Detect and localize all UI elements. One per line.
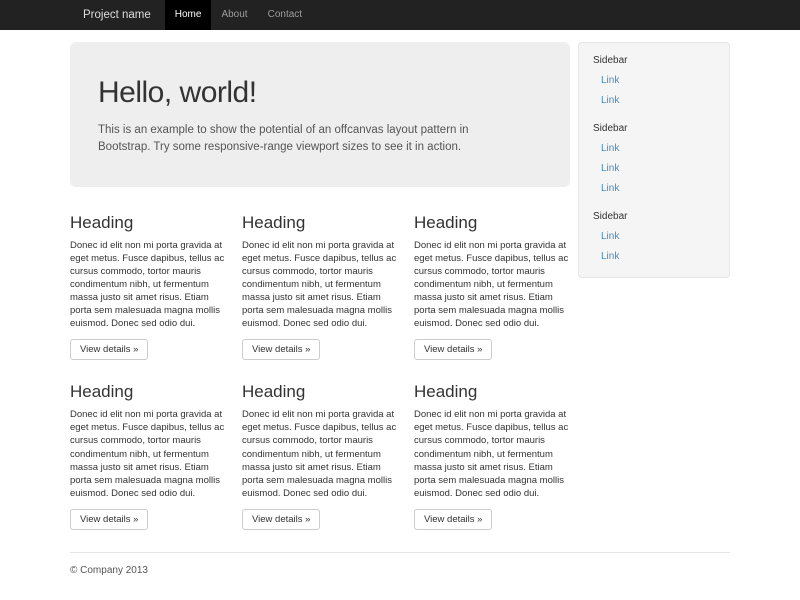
navbar-menu: Home About Contact	[165, 0, 312, 30]
card-heading: Heading	[414, 213, 570, 233]
nav-item-about[interactable]: About	[211, 0, 257, 30]
nav-item-contact[interactable]: Contact	[258, 0, 312, 30]
card-body-text: Donec id elit non mi porta gravida at eg…	[70, 239, 226, 331]
content-card: Heading Donec id elit non mi porta gravi…	[70, 360, 226, 530]
cards-grid-row-1: Heading Donec id elit non mi porta gravi…	[70, 201, 570, 361]
navbar: Project name Home About Contact	[0, 0, 800, 30]
sidebar-link[interactable]: Link	[593, 227, 715, 247]
sidebar-link[interactable]: Link	[593, 91, 715, 111]
card-heading: Heading	[242, 382, 398, 402]
card-heading: Heading	[242, 213, 398, 233]
content-card: Heading Donec id elit non mi porta gravi…	[70, 201, 226, 361]
sidebar: Sidebar Link Link Sidebar Link Link Link…	[578, 42, 730, 278]
sidebar-group: Sidebar Link Link	[593, 51, 715, 111]
sidebar-group-title: Sidebar	[593, 119, 715, 139]
page-footer: © Company 2013	[70, 552, 730, 600]
sidebar-group-title: Sidebar	[593, 207, 715, 227]
sidebar-link[interactable]: Link	[593, 71, 715, 91]
view-details-button[interactable]: View details »	[70, 509, 148, 530]
jumbotron: Hello, world! This is an example to show…	[70, 42, 570, 187]
sidebar-group-title: Sidebar	[593, 51, 715, 71]
cards-grid-row-2: Heading Donec id elit non mi porta gravi…	[70, 360, 570, 530]
sidebar-group: Sidebar Link Link Link	[593, 119, 715, 199]
card-body-text: Donec id elit non mi porta gravida at eg…	[242, 408, 398, 500]
navbar-brand[interactable]: Project name	[70, 0, 159, 30]
view-details-button[interactable]: View details »	[414, 339, 492, 360]
sidebar-link[interactable]: Link	[593, 179, 715, 199]
view-details-button[interactable]: View details »	[414, 509, 492, 530]
content-card: Heading Donec id elit non mi porta gravi…	[414, 360, 570, 530]
content-card: Heading Donec id elit non mi porta gravi…	[414, 201, 570, 361]
nav-item-home[interactable]: Home	[165, 0, 212, 30]
card-heading: Heading	[70, 213, 226, 233]
main-column: Hello, world! This is an example to show…	[70, 42, 570, 530]
jumbotron-description: This is an example to show the potential…	[98, 122, 518, 157]
page-title: Hello, world!	[98, 76, 542, 110]
page-container: Hello, world! This is an example to show…	[70, 42, 730, 600]
sidebar-link[interactable]: Link	[593, 247, 715, 267]
content-card: Heading Donec id elit non mi porta gravi…	[242, 360, 398, 530]
copyright-text: © Company 2013	[70, 565, 730, 576]
content-card: Heading Donec id elit non mi porta gravi…	[242, 201, 398, 361]
card-body-text: Donec id elit non mi porta gravida at eg…	[414, 408, 570, 500]
card-heading: Heading	[414, 382, 570, 402]
sidebar-group: Sidebar Link Link	[593, 207, 715, 267]
card-body-text: Donec id elit non mi porta gravida at eg…	[414, 239, 570, 331]
sidebar-link[interactable]: Link	[593, 139, 715, 159]
card-body-text: Donec id elit non mi porta gravida at eg…	[70, 408, 226, 500]
view-details-button[interactable]: View details »	[242, 339, 320, 360]
content-row: Hello, world! This is an example to show…	[70, 42, 730, 530]
card-body-text: Donec id elit non mi porta gravida at eg…	[242, 239, 398, 331]
view-details-button[interactable]: View details »	[242, 509, 320, 530]
sidebar-link[interactable]: Link	[593, 159, 715, 179]
card-heading: Heading	[70, 382, 226, 402]
navbar-inner: Project name Home About Contact	[70, 0, 730, 30]
view-details-button[interactable]: View details »	[70, 339, 148, 360]
